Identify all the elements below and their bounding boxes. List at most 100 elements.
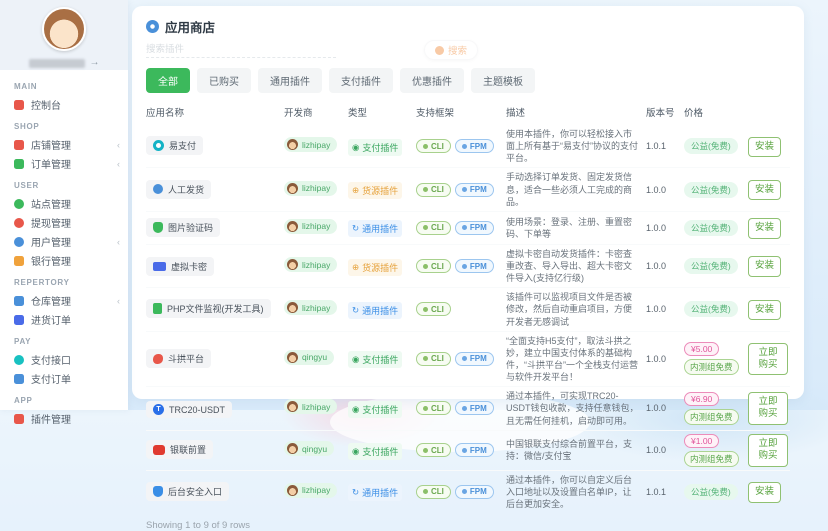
- developer-avatar: [287, 220, 298, 232]
- sidebar-item-label: 控制台: [31, 101, 61, 112]
- app-name-badge: 图片验证码: [146, 217, 221, 237]
- app-name-badge: PHP文件监视(开发工具): [146, 299, 271, 319]
- price-free-badge: 公益(免费): [684, 483, 738, 500]
- sidebar-item-label: 支付接口: [31, 356, 71, 367]
- sidebar-item-shop[interactable]: 店铺管理 ‹: [14, 135, 128, 154]
- chevron-left-icon: ‹: [117, 236, 120, 247]
- tab-all[interactable]: 全部: [146, 68, 190, 93]
- menu-group-main: MAIN: [14, 82, 38, 91]
- shop-icon: [14, 139, 24, 150]
- bank-icon: [14, 255, 24, 266]
- developer-badge: lizhipay: [284, 257, 338, 273]
- install-button[interactable]: 安装: [748, 482, 782, 503]
- cli-badge: CLI: [416, 220, 451, 235]
- chevron-left-icon: ‹: [117, 139, 120, 150]
- price-paid-badge: ¥5.00: [684, 342, 720, 357]
- sidebar-item-users[interactable]: 用户管理 ‹: [14, 232, 128, 251]
- price-paid-badge: ¥1.00: [684, 433, 720, 448]
- app-description: 手动选择订单发货、固定发货信息，适合一些必须人工完成的商品。: [506, 172, 633, 207]
- users-icon: [14, 236, 24, 247]
- app-store-panel: 应用商店 搜索 全部 已购买 通用插件 支付插件 优惠插件 主题模板 应用名称 …: [132, 6, 804, 531]
- developer-avatar: [287, 302, 298, 314]
- pay-orders-icon: [14, 373, 24, 384]
- fpm-badge: FPM: [454, 139, 494, 154]
- sidebar-item-orders[interactable]: 订单管理 ‹: [14, 154, 128, 173]
- table-row: 图片验证码 lizhipay ↻ 通用插件 CLI FPM 使用场景：登录、注册、重…: [146, 212, 790, 245]
- install-button[interactable]: 安装: [748, 299, 782, 321]
- app-version: 1.0.0: [646, 222, 667, 233]
- app-version: 1.0.0: [646, 304, 667, 315]
- install-button[interactable]: 安装: [748, 256, 782, 277]
- buy-button[interactable]: 立即购买: [748, 433, 788, 467]
- price-paid-badge: ¥6.90: [684, 391, 720, 406]
- chevron-left-icon: ‹: [117, 295, 120, 306]
- sidebar-profile: →: [0, 0, 128, 70]
- common-type-icon: ↻: [352, 223, 360, 234]
- type-badge: ⊕ 货源插件: [348, 258, 403, 276]
- pay-type-icon: ◉: [352, 445, 360, 456]
- sidebar-item-label: 提现管理: [31, 219, 71, 230]
- col-app-name: 应用名称: [146, 108, 185, 119]
- username-masked: [28, 58, 85, 68]
- pay-circle-icon: [153, 140, 164, 152]
- price-free-badge: 公益(免费): [684, 138, 738, 155]
- sidebar-item-pay-orders[interactable]: 支付订单: [14, 369, 128, 388]
- sidebar-item-site[interactable]: 站点管理: [14, 194, 128, 213]
- tab-discount-plugins[interactable]: 优惠插件: [400, 68, 464, 93]
- col-version: 版本号: [646, 108, 675, 119]
- search-button[interactable]: 搜索: [424, 40, 479, 60]
- cli-badge: CLI: [416, 351, 451, 366]
- sidebar-item-warehouse[interactable]: 仓库管理 ‹: [14, 291, 128, 310]
- pay-type-icon: ◉: [352, 141, 360, 152]
- buy-button[interactable]: 立即购买: [748, 392, 788, 425]
- sidebar-item-pay-api[interactable]: 支付接口: [14, 350, 128, 369]
- fpm-badge: FPM: [454, 351, 494, 366]
- person-icon: [153, 184, 163, 195]
- sidebar-menu: MAIN 控制台 SHOP 店铺管理 ‹ 订单管理 ‹ USER 站点管理 提现…: [0, 70, 128, 428]
- install-button[interactable]: 安装: [748, 179, 782, 201]
- sidebar-item-label: 银行管理: [31, 257, 71, 268]
- pay-type-icon: ◉: [352, 403, 360, 414]
- developer-avatar: [287, 139, 298, 151]
- type-badge: ◉ 支付插件: [348, 138, 403, 156]
- app-name-badge: 虚拟卡密: [146, 256, 215, 276]
- install-button[interactable]: 安装: [748, 136, 782, 157]
- logout-icon[interactable]: →: [90, 58, 100, 68]
- tab-purchased[interactable]: 已购买: [197, 68, 251, 93]
- col-description: 描述: [506, 108, 526, 119]
- sidebar-item-bank[interactable]: 银行管理: [14, 251, 128, 270]
- search-input[interactable]: [146, 42, 336, 58]
- developer-badge: lizhipay: [284, 300, 338, 316]
- table-row: 斗拱平台 qingyu ◉ 支付插件 CLI FPM “全面支持H5支付”，取法斗拱…: [146, 332, 790, 388]
- buy-button[interactable]: 立即购买: [748, 342, 788, 376]
- app-version: 1.0.0: [646, 403, 667, 414]
- developer-badge: lizhipay: [284, 399, 338, 415]
- developer-badge: qingyu: [284, 441, 335, 457]
- menu-group-app: APP: [14, 396, 33, 405]
- filter-tabs: 全部 已购买 通用插件 支付插件 优惠插件 主题模板: [146, 68, 790, 93]
- tab-common-plugins[interactable]: 通用插件: [258, 68, 322, 93]
- sidebar-item-plugins[interactable]: 插件管理: [14, 409, 128, 428]
- app-version: 1.0.1: [646, 141, 667, 152]
- fpm-badge: FPM: [454, 182, 494, 197]
- sidebar-item-dashboard[interactable]: 控制台: [14, 95, 128, 114]
- tab-theme-templates[interactable]: 主题模板: [471, 68, 535, 93]
- site-icon: [14, 198, 24, 209]
- table-row: PHP文件监视(开发工具) lizhipay ↻ 通用插件 CLI 该插件可以监视…: [146, 288, 790, 332]
- app-name-badge: 后台安全入口: [146, 481, 230, 501]
- shield-icon: [153, 221, 163, 233]
- type-badge: ↻ 通用插件: [348, 301, 403, 319]
- sidebar-item-label: 插件管理: [31, 415, 71, 426]
- app-name-badge: 银联前置: [146, 440, 214, 460]
- tab-pay-plugins[interactable]: 支付插件: [329, 68, 393, 93]
- developer-avatar: [287, 443, 298, 455]
- cli-badge: CLI: [416, 259, 451, 274]
- sidebar-item-purchase[interactable]: 进货订单: [14, 310, 128, 329]
- beta-free-badge: 内测组免费: [684, 408, 739, 425]
- cli-badge: CLI: [416, 182, 451, 197]
- developer-avatar: [287, 351, 298, 363]
- sidebar-item-withdraw[interactable]: 提现管理: [14, 213, 128, 232]
- install-button[interactable]: 安装: [748, 218, 782, 239]
- table-row: 银联前置 qingyu ◉ 支付插件 CLI FPM 中国银联支付综合前置平台，支持…: [146, 431, 790, 471]
- app-version: 1.0.0: [646, 353, 667, 364]
